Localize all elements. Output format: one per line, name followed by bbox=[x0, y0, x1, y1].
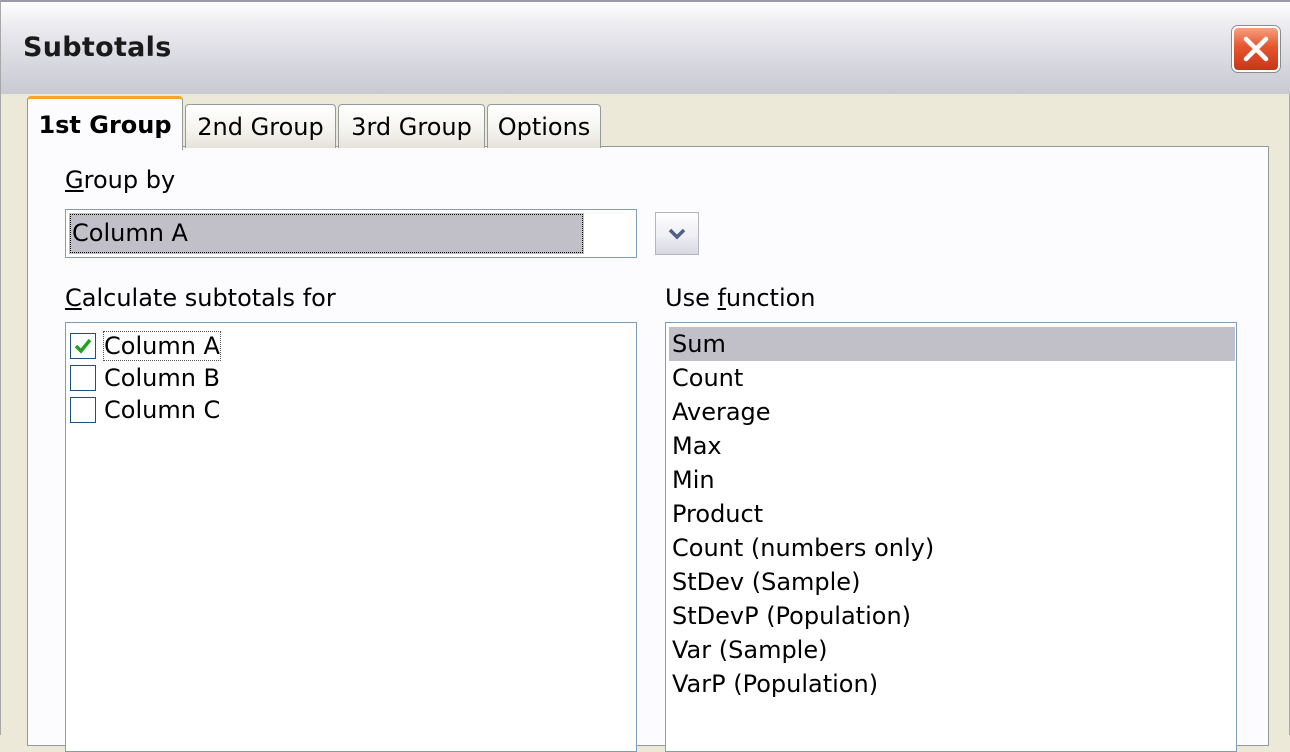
use-function-label: Use function bbox=[665, 284, 816, 312]
tab-3rd-group[interactable]: 3rd Group bbox=[338, 104, 485, 148]
tab-options[interactable]: Options bbox=[487, 104, 601, 148]
column-a-checkbox[interactable] bbox=[70, 333, 96, 359]
function-item-varp-population[interactable]: VarP (Population) bbox=[669, 667, 1235, 701]
function-item-average[interactable]: Average bbox=[669, 395, 1235, 429]
title-bar[interactable]: Subtotals bbox=[1, 0, 1290, 94]
function-item-count-numbers-only[interactable]: Count (numbers only) bbox=[669, 531, 1235, 565]
function-item-var-sample[interactable]: Var (Sample) bbox=[669, 633, 1235, 667]
subtotal-columns-list[interactable]: Column A Column B Column C bbox=[65, 322, 637, 752]
tab-1st-group[interactable]: 1st Group bbox=[27, 96, 183, 150]
dialog-title: Subtotals bbox=[23, 32, 172, 63]
list-item-column-b[interactable]: Column B bbox=[70, 362, 220, 394]
group-by-dropdown[interactable]: Column A bbox=[65, 209, 699, 258]
function-item-product[interactable]: Product bbox=[669, 497, 1235, 531]
close-button[interactable] bbox=[1232, 26, 1280, 72]
function-item-max[interactable]: Max bbox=[669, 429, 1235, 463]
column-b-checkbox[interactable] bbox=[70, 365, 96, 391]
function-item-stdev-sample[interactable]: StDev (Sample) bbox=[669, 565, 1235, 599]
checkmark-icon bbox=[74, 338, 92, 354]
subtotals-dialog: Subtotals 1st Group 2nd Group 3rd Group … bbox=[0, 0, 1290, 752]
close-x-icon bbox=[1243, 36, 1269, 62]
column-b-label: Column B bbox=[104, 364, 221, 392]
chevron-down-icon bbox=[668, 228, 686, 239]
list-item-column-a[interactable]: Column A bbox=[70, 330, 221, 362]
group-by-value: Column A bbox=[69, 213, 584, 254]
column-a-label: Column A bbox=[103, 331, 221, 361]
group-by-label: Group by bbox=[65, 166, 176, 194]
function-item-min[interactable]: Min bbox=[669, 463, 1235, 497]
list-item-column-c[interactable]: Column C bbox=[70, 394, 220, 426]
function-item-stdevp-population[interactable]: StDevP (Population) bbox=[669, 599, 1235, 633]
function-item-sum[interactable]: Sum bbox=[669, 327, 1235, 361]
column-c-label: Column C bbox=[104, 396, 221, 424]
function-list[interactable]: Sum Count Average Max Min Product Count … bbox=[665, 322, 1237, 752]
tab-2nd-group[interactable]: 2nd Group bbox=[185, 104, 336, 148]
calculate-subtotals-label: Calculate subtotals for bbox=[65, 284, 336, 312]
column-c-checkbox[interactable] bbox=[70, 397, 96, 423]
group-by-dropdown-button[interactable] bbox=[655, 212, 699, 255]
function-item-count[interactable]: Count bbox=[669, 361, 1235, 395]
